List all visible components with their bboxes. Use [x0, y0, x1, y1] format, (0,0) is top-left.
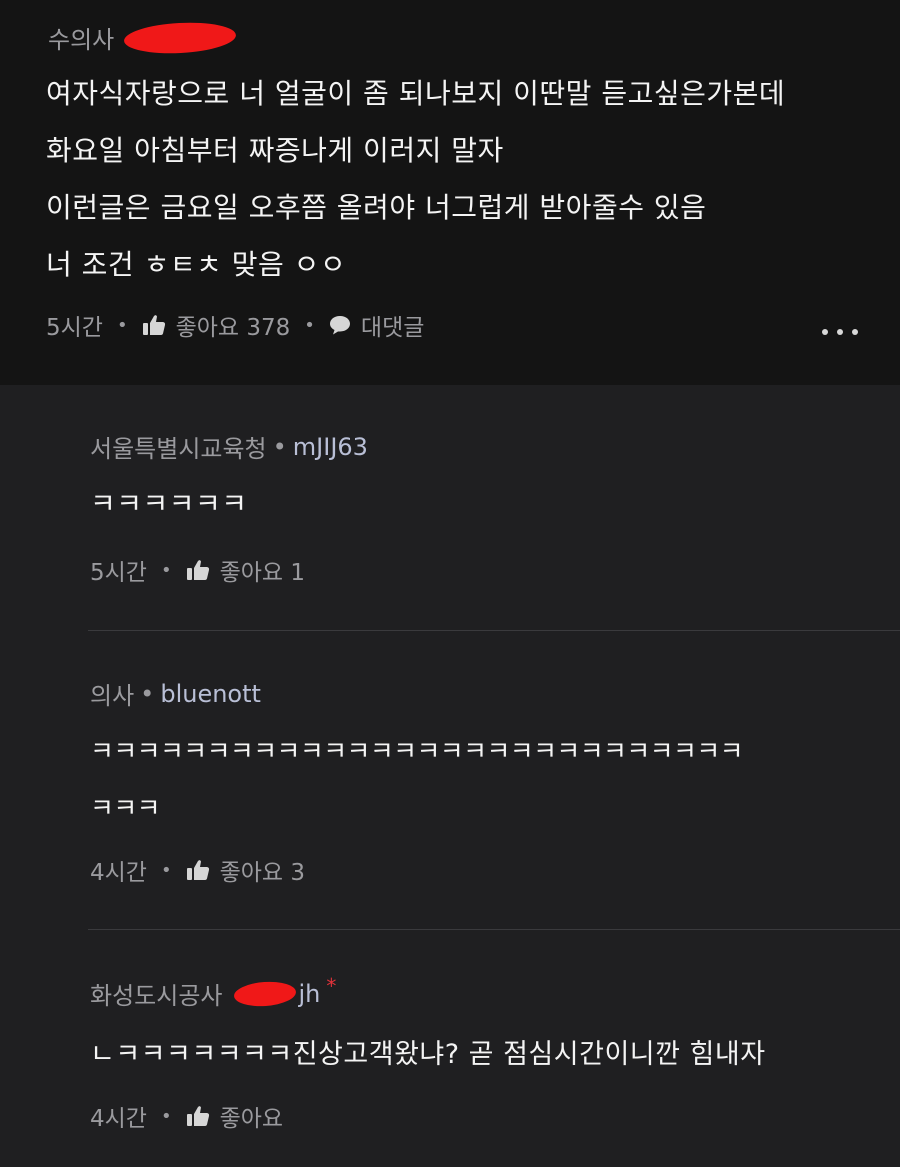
like-button[interactable]: 좋아요: [186, 1099, 283, 1133]
like-button[interactable]: 좋아요 378: [142, 308, 291, 342]
redaction-mark: [123, 19, 237, 56]
more-dots-icon: [822, 329, 828, 335]
comment-text-line: 화요일 아침부터 짜증나게 이러지 말자: [46, 134, 504, 167]
more-dot: [837, 329, 843, 335]
thumbs-up-icon: [142, 315, 165, 335]
author-nickname: bluenott: [160, 679, 261, 708]
author-company: 화성도시공사: [90, 982, 223, 1010]
author-company: 수의사: [48, 26, 115, 54]
speech-bubble-icon: [329, 316, 350, 335]
comment-time: 5시간: [46, 315, 103, 341]
redaction-mark: [233, 979, 298, 1008]
thumbs-up-icon: [186, 860, 209, 880]
thumbs-up-icon: [186, 560, 209, 580]
reply-time: 4시간: [90, 1106, 147, 1132]
reply-time: 5시간: [90, 560, 147, 586]
meta-separator: •: [160, 1105, 172, 1127]
comment-text-line: 여자식자랑으로 너 얼굴이 좀 되나보지 이딴말 듣고싶은가본데: [46, 77, 786, 110]
author-company: 의사: [90, 682, 135, 710]
thumbs-up-icon: [186, 1106, 209, 1126]
meta-separator: •: [160, 559, 172, 581]
like-button[interactable]: 좋아요 3: [186, 853, 305, 887]
like-count: 좋아요 378: [175, 315, 291, 341]
comment-text-line: 너 조건 ㅎㅌㅊ 맞음 ㅇㅇ: [46, 248, 347, 281]
reply-divider: [88, 630, 900, 631]
meta-separator: •: [304, 314, 315, 336]
reply-meta: 4시간 • 좋아요 3: [90, 853, 305, 887]
more-dot: [852, 329, 858, 335]
author-company: 서울특별시교육청: [90, 435, 267, 463]
reply-time: 4시간: [90, 860, 147, 886]
author-separator: •: [272, 432, 287, 461]
like-button[interactable]: 좋아요 1: [186, 553, 305, 587]
like-count: 좋아요: [219, 1106, 284, 1132]
comment-text-line: 이런글은 금요일 오후쯤 올려야 너그럽게 받아줄수 있음: [46, 191, 707, 224]
like-count: 좋아요 3: [219, 860, 306, 886]
top-comment: 수의사 여자식자랑으로 너 얼굴이 좀 되나보지 이딴말 듣고싶은가본데 화요일…: [0, 0, 900, 385]
reply-label: 대댓글: [360, 315, 425, 341]
reply-text-line: ㅋㅋㅋㅋㅋㅋ: [90, 487, 248, 520]
like-count: 좋아요 1: [219, 560, 306, 586]
meta-separator: •: [116, 314, 128, 336]
author-separator: •: [140, 679, 155, 708]
reply-author: 의사 • bluenott: [90, 676, 261, 711]
comment-meta: 5시간 • 좋아요 378 • 대댓글: [46, 308, 424, 342]
writer-star-icon: *: [326, 973, 337, 998]
more-options-button[interactable]: [822, 322, 858, 342]
meta-separator: •: [160, 859, 172, 881]
reply-meta: 5시간 • 좋아요 1: [90, 553, 305, 587]
reply-text-line: ㅋㅋㅋㅋㅋㅋㅋㅋㅋㅋㅋㅋㅋㅋㅋㅋㅋㅋㅋㅋㅋㅋㅋㅋㅋㅋㅋㅋ: [90, 737, 744, 767]
reply-meta: 4시간 • 좋아요: [90, 1099, 283, 1133]
reply-text-line: ㄴㅋㅋㅋㅋㅋㅋㅋ진상고객왔냐? 곧 점심시간이니깐 힘내자: [90, 1039, 766, 1070]
reply-button[interactable]: 대댓글: [329, 308, 424, 342]
reply-divider: [88, 929, 900, 930]
reply-author: 화성도시공사 jh *: [90, 973, 337, 1011]
reply-author: 서울특별시교육청 • mJIJ63: [90, 429, 368, 464]
author-nickname: jh: [298, 979, 321, 1008]
comment-author: 수의사: [48, 19, 237, 56]
reply-text-line: ㅋㅋㅋ: [90, 794, 161, 824]
author-nickname: mJIJ63: [292, 432, 368, 461]
